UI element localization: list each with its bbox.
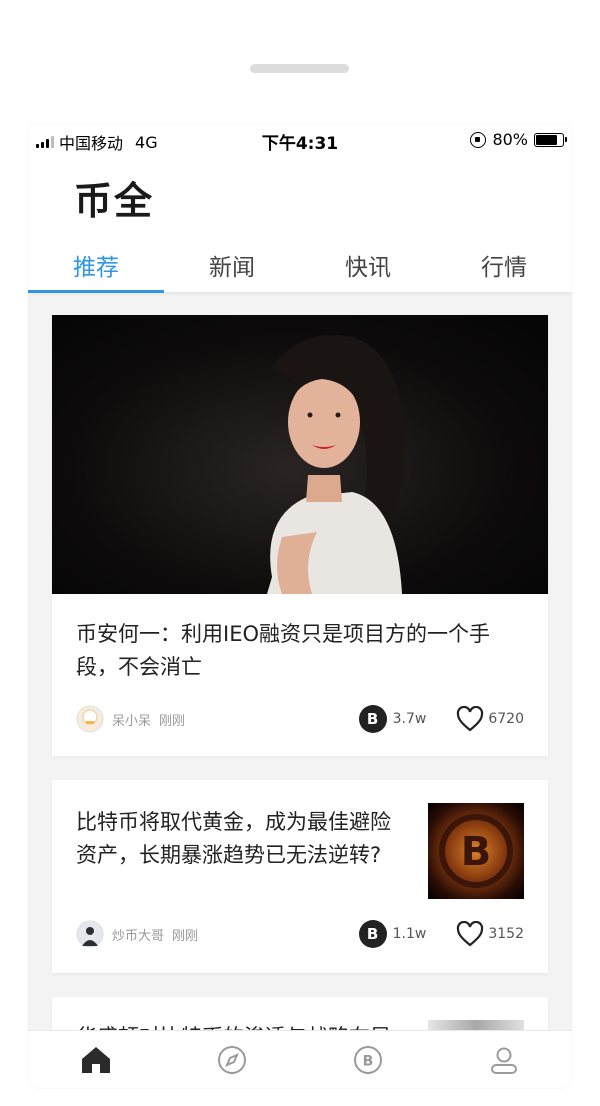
article-meta: 炒币大哥 刚刚 B 1.1w 3152 (76, 920, 524, 948)
tab-bar: 推荐 新闻 快讯 行情 (28, 236, 572, 293)
status-right: 80% (470, 130, 567, 149)
bitcoin-icon: B (358, 705, 387, 733)
coin-count: 3.7w (392, 711, 427, 727)
tab-recommend[interactable]: 推荐 (28, 236, 164, 293)
nav-bitcoin[interactable]: B (300, 1031, 436, 1088)
author-name[interactable]: 炒币大哥 (112, 925, 164, 944)
battery-icon (534, 132, 567, 147)
heart-icon[interactable] (456, 921, 484, 947)
compass-icon (218, 1045, 246, 1074)
article-card-featured[interactable]: 币安何一：利用IEO融资只是项目方的一个手段，不会消亡 呆小呆 刚刚 B 3.7… (52, 315, 548, 756)
article-card[interactable]: 比特币将取代黄金，成为最佳避险资产，长期暴涨趋势已无法逆转? B 炒币大哥 刚刚… (52, 780, 548, 973)
rotation-lock-icon (470, 131, 487, 148)
status-bar: 中国移动 4G 下午4:31 80% (28, 124, 572, 156)
publish-time: 刚刚 (159, 713, 186, 729)
home-icon (82, 1046, 110, 1073)
article-title[interactable]: 币安何一：利用IEO融资只是项目方的一个手段，不会消亡 (52, 594, 548, 684)
bitcoin-icon: B (354, 1045, 382, 1074)
svg-text:B: B (461, 829, 492, 875)
app-header: 币全 推荐 新闻 快讯 行情 (28, 156, 572, 293)
bitcoin-icon: B (358, 920, 387, 948)
nav-home[interactable] (28, 1031, 164, 1088)
bottom-nav: B (28, 1030, 572, 1088)
tab-news[interactable]: 新闻 (164, 236, 300, 292)
screen: 中国移动 4G 下午4:31 80% 币全 推荐 新闻 快讯 行情 币安何一：利… (0, 0, 600, 1106)
article-hero-image[interactable] (52, 315, 548, 594)
user-icon (491, 1047, 517, 1074)
author-avatar[interactable] (76, 705, 104, 733)
like-count: 3152 (488, 926, 524, 942)
author-avatar[interactable] (76, 920, 104, 948)
svg-text:B: B (363, 1053, 374, 1069)
portrait-figure (267, 335, 405, 594)
article-feed[interactable]: 币安何一：利用IEO融资只是项目方的一个手段，不会消亡 呆小呆 刚刚 B 3.7… (52, 315, 548, 1081)
nav-discover[interactable] (164, 1031, 300, 1088)
article-thumbnail[interactable]: B (428, 803, 524, 899)
heart-icon[interactable] (456, 706, 484, 732)
battery-label: 80% (492, 130, 528, 149)
phone-frame: 中国移动 4G 下午4:31 80% 币全 推荐 新闻 快讯 行情 币安何一：利… (28, 124, 572, 1088)
coin-count: 1.1w (392, 926, 427, 942)
nav-profile[interactable] (436, 1031, 572, 1088)
publish-time: 刚刚 (172, 928, 199, 944)
app-title: 币全 (74, 179, 155, 223)
drag-handle[interactable] (250, 64, 349, 73)
tab-market[interactable]: 行情 (436, 236, 572, 292)
article-meta: 呆小呆 刚刚 B 3.7w 6720 (76, 705, 524, 733)
like-count: 6720 (488, 711, 524, 727)
tab-flash[interactable]: 快讯 (300, 236, 436, 292)
author-name[interactable]: 呆小呆 (112, 710, 151, 729)
battery-fill (536, 134, 557, 145)
